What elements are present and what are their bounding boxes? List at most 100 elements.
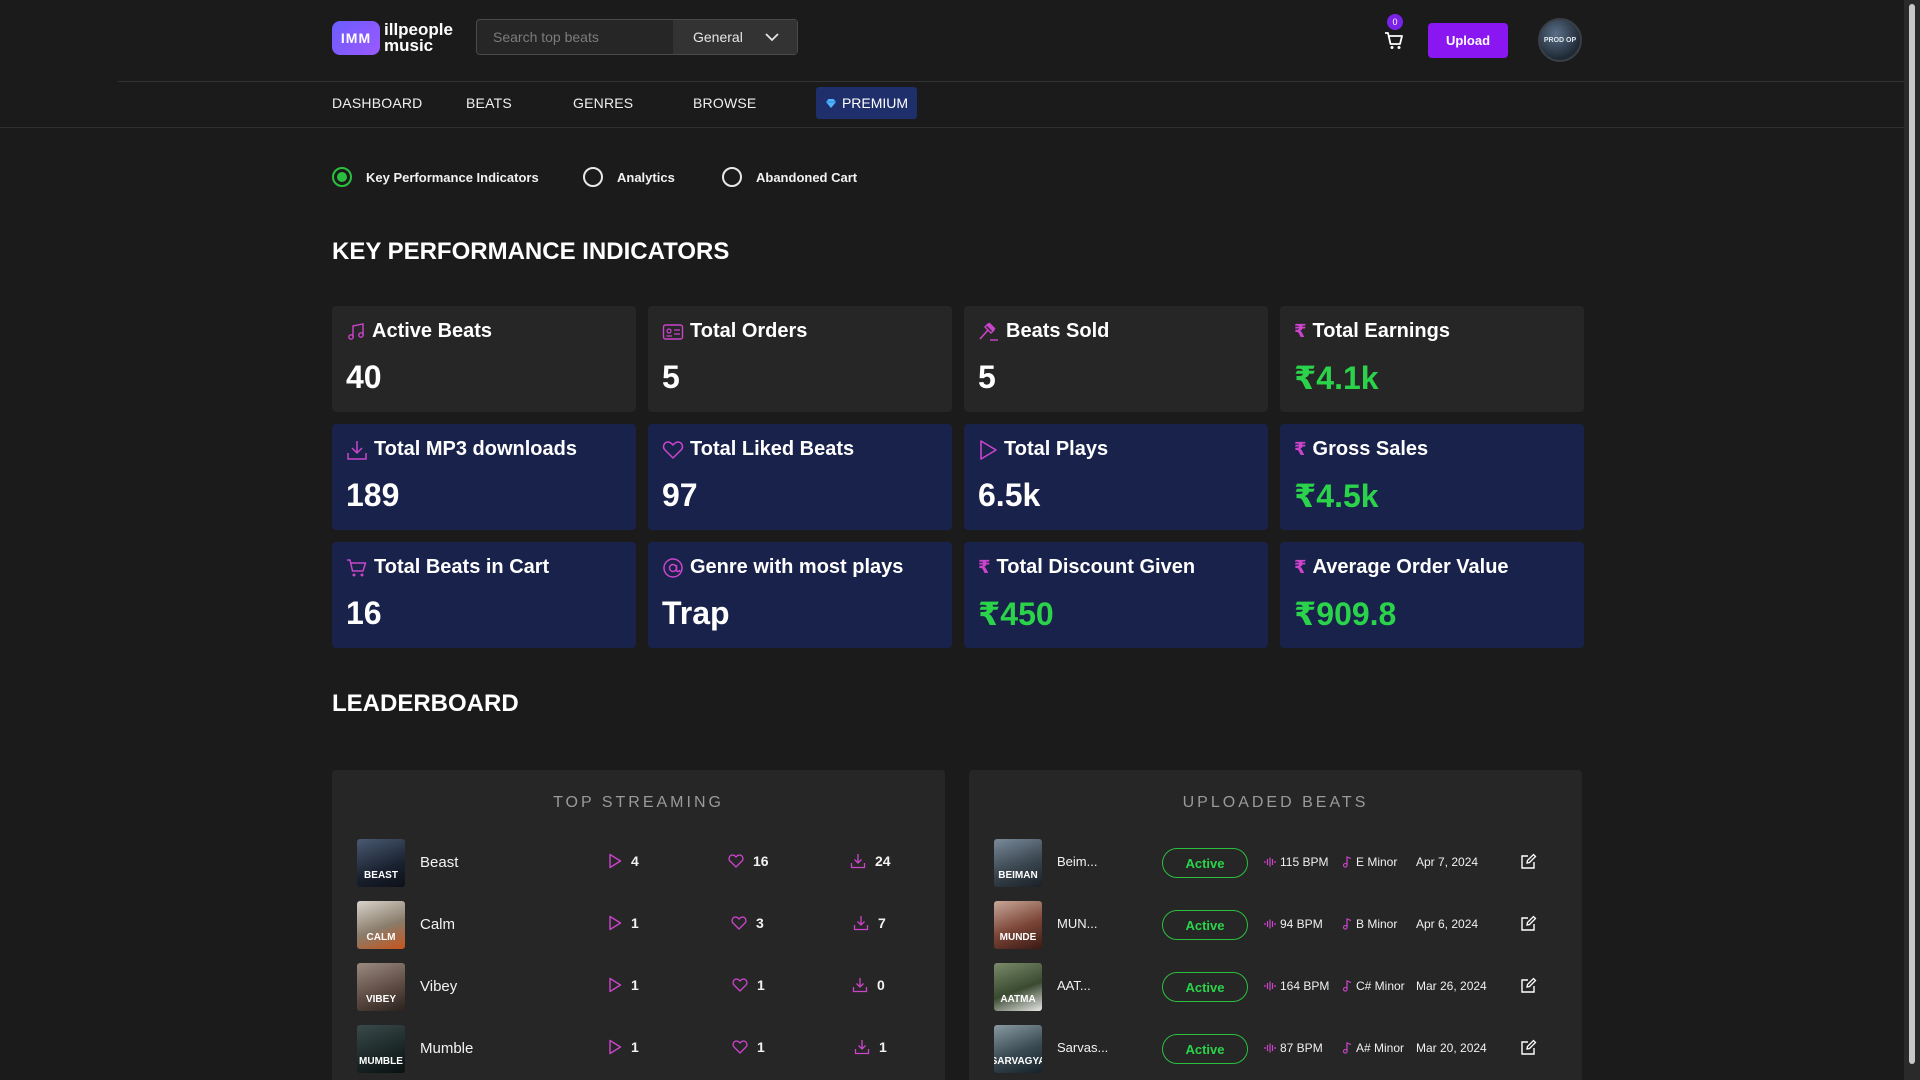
kpi-value: ₹909.8	[1294, 596, 1397, 632]
nav-premium[interactable]: PREMIUM	[816, 87, 917, 119]
kpi-label: Average Order Value	[1312, 556, 1509, 578]
download-icon	[854, 1040, 870, 1055]
table-row[interactable]: MUMBLE Mumble 1 1 1	[332, 1025, 945, 1073]
kpi-label: Active Beats	[372, 320, 493, 342]
nav-genres[interactable]: GENRES	[573, 95, 633, 111]
beat-name[interactable]: Beim...	[1057, 854, 1097, 869]
table-row[interactable]: MUNDE MUN... Active 94 BPM B Minor Apr 6…	[969, 901, 1582, 949]
search-scope-select[interactable]: General	[673, 20, 797, 54]
kpi-value: 16	[346, 595, 382, 631]
play-icon	[609, 853, 622, 869]
cover-art: MUNDE	[994, 901, 1042, 949]
heart-icon	[728, 854, 744, 868]
edit-button[interactable]	[1519, 915, 1537, 938]
table-row[interactable]: SARVAGYA Sarvas... Active 87 BPM A# Mino…	[969, 1025, 1582, 1073]
likes-stat: 3	[731, 915, 764, 931]
nav-browse[interactable]: BROWSE	[693, 95, 756, 111]
kpi-value: 40	[346, 359, 382, 395]
logo-line-2: music	[384, 36, 434, 55]
radio-analytics[interactable]	[583, 167, 603, 187]
status-badge[interactable]: Active	[1162, 910, 1248, 940]
nav-dashboard[interactable]: DASHBOARD	[332, 95, 422, 111]
date-cell: Apr 6, 2024	[1416, 917, 1479, 931]
table-row[interactable]: VIBEY Vibey 1 1 0	[332, 963, 945, 1011]
play-icon	[980, 439, 997, 460]
plays-stat: 4	[608, 853, 639, 869]
kpi-value: 189	[346, 477, 400, 513]
cover-art: MUMBLE	[357, 1025, 405, 1073]
beat-name[interactable]: Calm	[420, 916, 455, 933]
heart-icon	[731, 916, 747, 930]
plays-count: 1	[631, 915, 639, 931]
scrollbar-thumb[interactable]	[1909, 4, 1915, 1064]
date-cell: Mar 20, 2024	[1416, 1041, 1487, 1055]
heart-icon	[732, 1040, 748, 1054]
bpm-cell: 115 BPM	[1264, 855, 1328, 869]
cover-art: SARVAGYA	[994, 1025, 1042, 1073]
search-scope-value: General	[693, 29, 743, 45]
kpi-card-average-order-value: ₹ Average Order Value ₹909.8	[1280, 542, 1584, 648]
plays-stat: 1	[608, 915, 639, 931]
kpi-value: ₹4.5k	[1294, 478, 1379, 514]
cover-art: BEIMAN	[994, 839, 1042, 887]
table-row[interactable]: CALM Calm 1 3 7	[332, 901, 945, 949]
cover-art: BEAST	[357, 839, 405, 887]
edit-button[interactable]	[1519, 977, 1537, 1000]
search-input[interactable]	[477, 20, 673, 54]
beat-name[interactable]: Beast	[420, 854, 458, 871]
radio-abandoned-cart[interactable]	[722, 167, 742, 187]
beat-name[interactable]: MUN...	[1057, 916, 1097, 931]
downloads-count: 7	[878, 915, 886, 931]
status-badge[interactable]: Active	[1162, 972, 1248, 1002]
avatar[interactable]: PROD OP	[1538, 18, 1582, 62]
plays-stat: 1	[608, 1039, 639, 1055]
tab-kpi-label: Key Performance Indicators	[366, 169, 539, 185]
edit-button[interactable]	[1519, 1039, 1537, 1062]
nav-beats[interactable]: BEATS	[466, 95, 512, 111]
tab-abandoned-cart[interactable]: Abandoned Cart	[722, 167, 857, 187]
kpi-label: Total Liked Beats	[690, 438, 855, 460]
waveform-icon	[1264, 857, 1276, 867]
kpi-label: Total Discount Given	[996, 556, 1196, 578]
likes-stat: 1	[732, 1039, 765, 1055]
gavel-icon	[979, 322, 998, 341]
logo-wordmark: illpeople music	[384, 21, 453, 55]
kpi-card-total-earnings: ₹ Total Earnings ₹4.1k	[1280, 306, 1584, 412]
key-value: A# Minor	[1356, 1041, 1405, 1055]
status-badge[interactable]: Active	[1162, 1034, 1248, 1064]
waveform-icon	[1264, 919, 1276, 929]
download-icon	[852, 978, 868, 993]
chevron-down-icon	[765, 32, 779, 41]
key-cell: B Minor	[1342, 917, 1397, 931]
table-row[interactable]: BEIMAN Beim... Active 115 BPM E Minor Ap…	[969, 839, 1582, 887]
upload-button[interactable]: Upload	[1428, 23, 1508, 58]
kpi-value: ₹4.1k	[1294, 360, 1379, 396]
table-row[interactable]: BEAST Beast 4 16 24	[332, 839, 945, 887]
kpi-card-gross-sales: ₹ Gross Sales ₹4.5k	[1280, 424, 1584, 530]
page-scrollbar[interactable]	[1904, 0, 1920, 1080]
app-logo[interactable]: IMM illpeople music	[332, 21, 453, 55]
edit-button[interactable]	[1519, 853, 1537, 876]
search-bar: General	[476, 19, 798, 55]
waveform-icon	[1264, 1043, 1276, 1053]
bpm-value: 94 BPM	[1280, 917, 1323, 931]
beat-name[interactable]: Sarvas...	[1057, 1040, 1108, 1055]
beat-name[interactable]: Mumble	[420, 1040, 473, 1057]
beat-name[interactable]: AAT...	[1057, 978, 1091, 993]
rupee-icon: ₹	[978, 557, 991, 577]
beat-name[interactable]: Vibey	[420, 978, 457, 995]
key-cell: C# Minor	[1342, 979, 1405, 993]
heart-icon	[732, 978, 748, 992]
table-row[interactable]: AATMA AAT... Active 164 BPM C# Minor Mar…	[969, 963, 1582, 1011]
download-icon	[853, 916, 869, 931]
top-header: IMM illpeople music General 0 Upload PRO…	[0, 0, 1904, 82]
downloads-stat: 24	[850, 853, 891, 869]
tab-kpi[interactable]: Key Performance Indicators	[332, 167, 539, 187]
cover-art: VIBEY	[357, 963, 405, 1011]
cart-icon	[347, 558, 367, 576]
kpi-value: 97	[662, 477, 698, 513]
heart-icon	[662, 440, 684, 459]
tab-analytics[interactable]: Analytics	[583, 167, 675, 187]
radio-kpi[interactable]	[332, 167, 352, 187]
status-badge[interactable]: Active	[1162, 848, 1248, 878]
